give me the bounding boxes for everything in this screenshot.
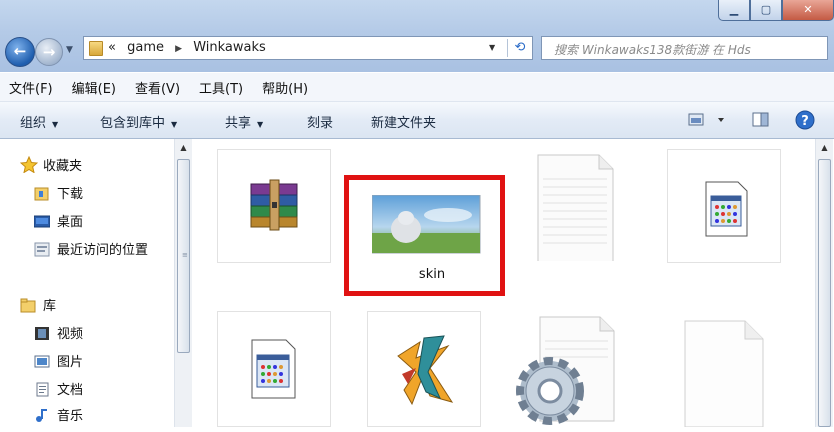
menu-bar: 文件(F) 编辑(E) 查看(V) 工具(T) 帮助(H) [0, 73, 834, 102]
window-titlebar: ▁ ▢ ✕ ← → ▼ « game ▶ Winkawaks ▼ ⟲ 搜索 Wi… [0, 0, 834, 72]
downloads-folder-icon [34, 186, 50, 201]
desktop-icon [33, 214, 51, 229]
chevron-down-icon: ▼ [171, 120, 178, 129]
minimize-button[interactable]: ▁ [718, 0, 750, 21]
sidebar-item-label: 桌面 [57, 215, 84, 230]
pictures-icon [34, 354, 50, 369]
highlight-box [344, 175, 505, 296]
organize-label: 组织 [20, 116, 47, 131]
file-item[interactable] [217, 311, 331, 427]
file-item[interactable] [512, 311, 626, 427]
sidebar-item-label: 图片 [57, 355, 84, 370]
winrar-archive-icon [250, 179, 298, 231]
sidebar-item-downloads[interactable]: 下载 [34, 183, 83, 202]
close-button[interactable]: ✕ [782, 0, 834, 21]
file-item[interactable] [667, 149, 781, 263]
folder-icon [89, 41, 103, 56]
chevron-down-icon: ▼ [257, 120, 264, 129]
favorites-label: 收藏夹 [43, 159, 83, 174]
minimize-icon: ▁ [729, 3, 739, 16]
recent-places-icon [34, 242, 50, 257]
file-item[interactable] [217, 149, 331, 263]
text-document-icon [537, 154, 614, 266]
file-item[interactable] [533, 149, 647, 266]
include-in-library-button[interactable]: 包含到库中 ▼ [100, 112, 177, 131]
libraries-label: 库 [43, 299, 57, 314]
sidebar-item-label: 文档 [57, 383, 84, 398]
preview-pane-icon[interactable] [752, 112, 770, 128]
refresh-icon: ⟲ [514, 40, 526, 55]
include-label: 包含到库中 [100, 116, 166, 131]
command-bar: 组织 ▼ 包含到库中 ▼ 共享 ▼ 刻录 新建文件夹 ? [0, 102, 834, 139]
recent-pages-dropdown[interactable]: ▼ [66, 45, 73, 55]
forward-button[interactable]: → [35, 38, 63, 66]
sidebar-item-recent-places[interactable]: 最近访问的位置 [34, 239, 148, 258]
file-item[interactable] [667, 311, 781, 428]
system-file-icon [251, 339, 296, 399]
sidebar-item-label: 视频 [57, 327, 84, 342]
file-item[interactable] [367, 311, 481, 427]
sidebar-item-desktop[interactable]: 桌面 [33, 211, 84, 230]
menu-edit[interactable]: 编辑(E) [72, 78, 116, 97]
menu-file[interactable]: 文件(F) [9, 78, 53, 97]
config-file-gear-icon [516, 316, 615, 425]
winkawaks-app-icon [397, 335, 454, 406]
breadcrumb-overflow[interactable]: « [108, 40, 116, 55]
help-icon[interactable]: ? [795, 110, 815, 130]
back-button[interactable]: ← [5, 37, 35, 67]
sidebar-libraries-header[interactable]: 库 [20, 295, 56, 314]
address-dropdown-icon[interactable]: ▼ [489, 43, 495, 52]
svg-text:?: ? [801, 114, 809, 129]
share-label: 共享 [225, 116, 252, 131]
breadcrumb-item-game[interactable]: game [127, 40, 164, 55]
share-button[interactable]: 共享 ▼ [225, 112, 263, 131]
refresh-button[interactable]: ⟲ [507, 39, 532, 57]
menu-tools[interactable]: 工具(T) [199, 78, 243, 97]
file-view: skin [192, 139, 814, 428]
scroll-up-icon[interactable]: ▲ [175, 143, 192, 152]
sidebar-favorites-header[interactable]: 收藏夹 [19, 155, 83, 174]
sidebar-item-videos[interactable]: 视频 [34, 323, 83, 342]
navigation-pane-scrollbar[interactable]: ▲ ≡ [174, 139, 192, 427]
star-icon [19, 155, 39, 174]
navigation-pane: 收藏夹 下载 桌面 最近访问的位置 库 视频 图片 文档 音乐 [0, 139, 174, 427]
system-file-icon [705, 181, 748, 237]
forward-arrow-icon: → [42, 43, 56, 61]
sidebar-item-documents[interactable]: 文档 [34, 379, 83, 398]
breadcrumb-item-winkawaks[interactable]: Winkawaks [193, 40, 266, 55]
scrollbar-thumb[interactable] [818, 159, 831, 427]
grip-icon: ≡ [182, 251, 188, 259]
burn-button[interactable]: 刻录 [307, 112, 333, 131]
breadcrumb-separator-icon[interactable]: ▶ [175, 44, 182, 54]
blank-document-icon [684, 320, 764, 428]
scrollbar-thumb[interactable]: ≡ [177, 159, 190, 353]
address-bar[interactable]: « game ▶ Winkawaks ▼ ⟲ [83, 36, 533, 60]
file-view-scrollbar[interactable]: ▲ [815, 139, 833, 427]
scroll-up-icon[interactable]: ▲ [816, 143, 833, 152]
music-note-icon [34, 408, 50, 423]
view-options-icon[interactable] [688, 112, 728, 128]
chevron-down-icon: ▼ [52, 120, 59, 129]
sidebar-item-pictures[interactable]: 图片 [34, 351, 83, 370]
window-buttons: ▁ ▢ ✕ [718, 0, 834, 24]
documents-icon [34, 382, 50, 397]
search-input[interactable]: 搜索 Winkawaks138款街游 在 Hds [541, 36, 828, 60]
breadcrumb: « game ▶ Winkawaks [108, 40, 273, 55]
maximize-button[interactable]: ▢ [750, 0, 782, 21]
maximize-icon: ▢ [760, 3, 772, 16]
sidebar-item-music[interactable]: 音乐 [34, 405, 83, 424]
menu-view[interactable]: 查看(V) [135, 78, 180, 97]
organize-button[interactable]: 组织 ▼ [20, 112, 58, 131]
menu-help[interactable]: 帮助(H) [262, 78, 308, 97]
video-icon [34, 326, 50, 341]
sidebar-item-label: 下载 [57, 187, 84, 202]
new-folder-button[interactable]: 新建文件夹 [371, 112, 436, 131]
search-placeholder: 搜索 Winkawaks138款街游 在 Hds [554, 43, 751, 57]
sidebar-item-label: 最近访问的位置 [57, 243, 149, 258]
back-arrow-icon: ← [13, 42, 27, 60]
close-icon: ✕ [803, 3, 813, 16]
sidebar-item-label: 音乐 [57, 409, 84, 424]
library-folder-icon [20, 298, 36, 313]
